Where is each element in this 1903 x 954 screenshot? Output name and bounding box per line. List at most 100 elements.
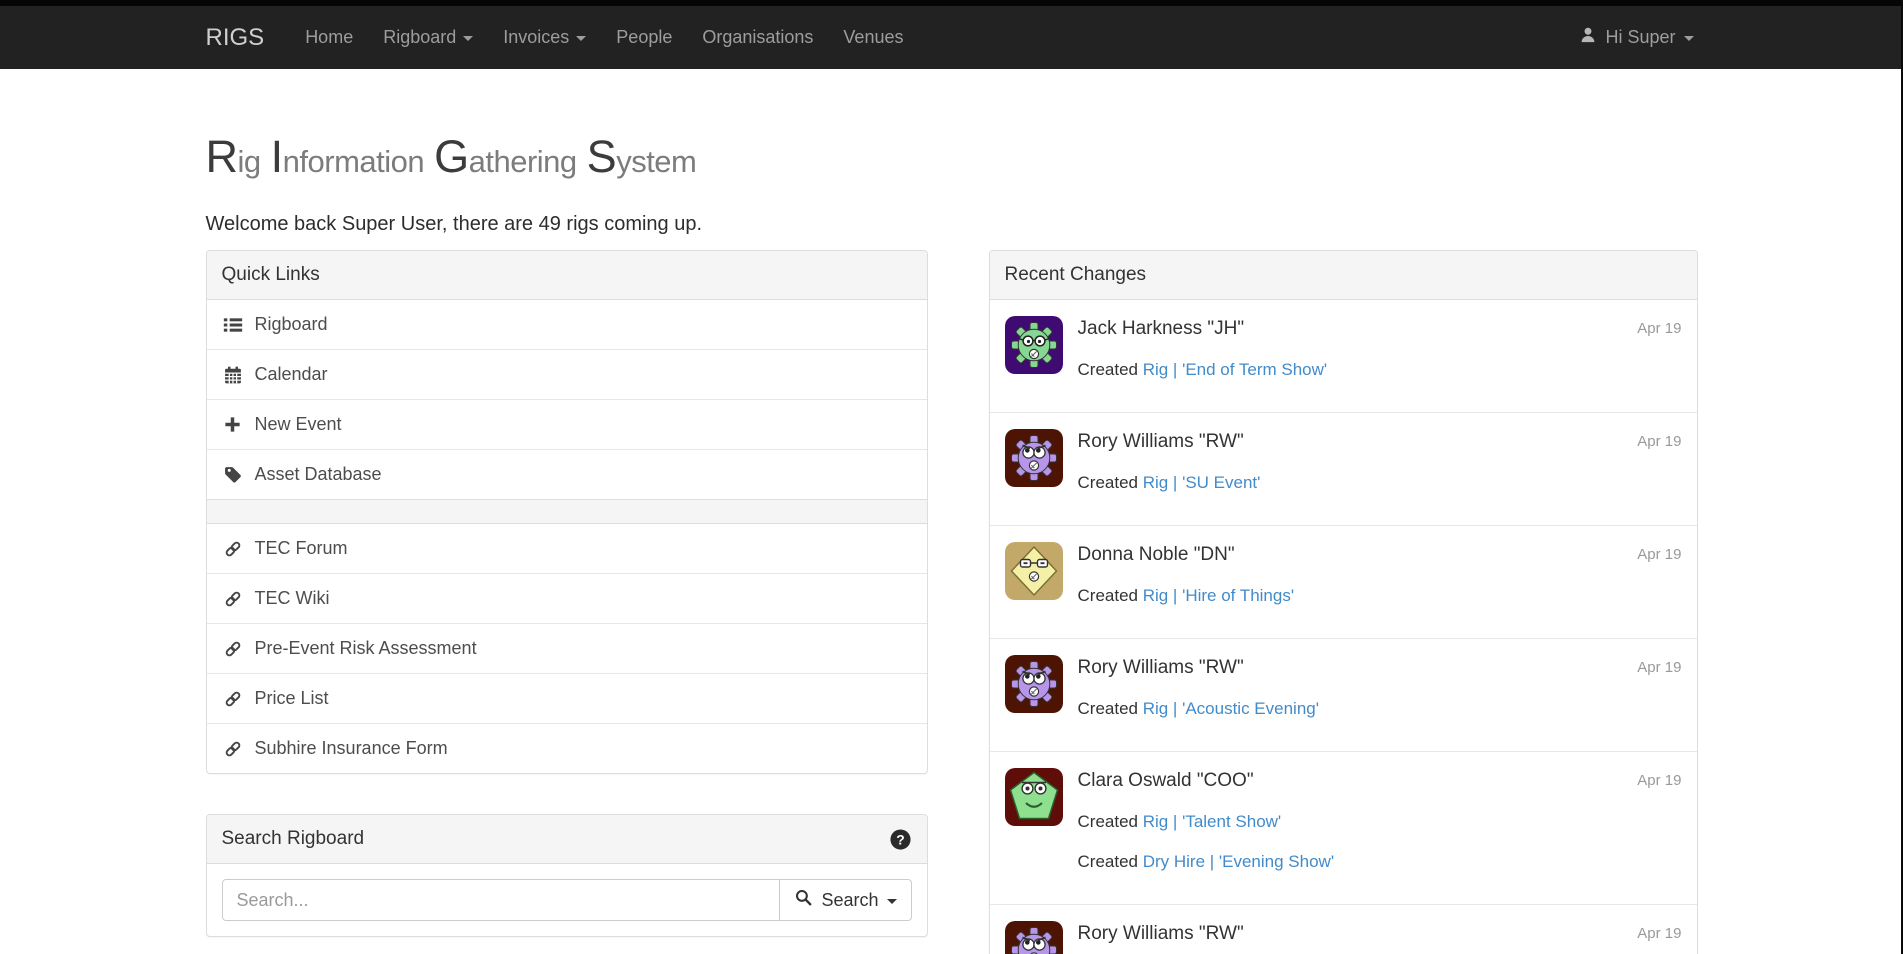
search-button[interactable]: Search: [779, 879, 911, 921]
recent-changes-title: Recent Changes: [1005, 264, 1147, 286]
list-icon: [222, 315, 244, 335]
change-action: Created Rig | 'Talent Show': [1078, 810, 1682, 834]
avatar: [1005, 921, 1063, 954]
right-column: Recent Changes Jack Harkness "JH"Apr 19C…: [989, 250, 1698, 954]
change-action: Created Rig | 'End of Term Show': [1078, 358, 1682, 382]
nav-item-home[interactable]: Home: [290, 6, 368, 69]
quick-link-label: Rigboard: [255, 314, 328, 335]
recent-changes-list: Jack Harkness "JH" Apr 19 Created Rig | 'E…: [990, 300, 1697, 954]
change-link[interactable]: Rig | 'Talent Show': [1143, 812, 1281, 831]
quick-link-rigboard[interactable]: Rigboard: [207, 300, 927, 349]
avatar: [1005, 655, 1063, 713]
quick-link-label: New Event: [255, 414, 342, 435]
quick-link-label: TEC Wiki: [255, 588, 330, 609]
quick-link-label: TEC Forum: [255, 538, 348, 559]
recent-change-content: Donna Noble "DN"Apr 19Created Rig | 'Hir…: [1078, 542, 1682, 608]
change-action: Created Rig | 'Acoustic Evening': [1078, 697, 1682, 721]
nav-item-people[interactable]: People: [601, 6, 687, 69]
change-date: Apr 19: [1637, 316, 1681, 340]
quick-link-new-event[interactable]: New Event: [207, 399, 927, 449]
change-link[interactable]: Rig | 'SU Event': [1143, 473, 1261, 492]
quick-link-label: Price List: [255, 688, 329, 709]
avatar: [1005, 316, 1063, 374]
quick-link-tec-forum[interactable]: TEC Forum: [207, 524, 927, 573]
avatar: [1005, 542, 1063, 600]
avatar: [1005, 768, 1063, 826]
page-content: Rig Information Gathering System Welcome ba…: [191, 133, 1713, 954]
page-title: Rig Information Gathering System: [206, 133, 1698, 180]
title-segment: Gathering: [434, 143, 577, 179]
chevron-down-icon: [1684, 36, 1694, 41]
quick-link-tec-wiki[interactable]: TEC Wiki: [207, 573, 927, 623]
recent-change-row: Jack Harkness "JH" Apr 19 Created Rig | 'E…: [990, 300, 1697, 412]
avatar: [1005, 429, 1063, 487]
change-link[interactable]: Rig | 'End of Term Show': [1143, 360, 1327, 379]
brand-logo[interactable]: RIGS: [206, 24, 265, 52]
user-menu[interactable]: Hi Super: [1575, 6, 1697, 69]
recent-change-content: Jack Harkness "JH" Apr 19 Created Rig | 'E…: [1078, 316, 1682, 382]
nav-item-invoices[interactable]: Invoices: [488, 6, 601, 69]
quick-links-title: Quick Links: [222, 264, 320, 286]
plus-icon: [222, 415, 244, 434]
recent-changes-panel: Recent Changes Jack Harkness "JH"Apr 19C…: [989, 250, 1698, 954]
recent-change-row: Rory Williams "RW" Apr 19 Created Rig | 'S…: [990, 412, 1697, 525]
nav-items: HomeRigboardInvoicesPeopleOrganisationsV…: [290, 6, 918, 69]
title-segment: Information: [271, 143, 424, 179]
recent-change-content: Rory Williams "RW"Apr 19Created Rig | 'A…: [1078, 655, 1682, 721]
change-link[interactable]: Rig | 'Acoustic Evening': [1143, 699, 1319, 718]
person-name: Clara Oswald "COO": [1078, 768, 1254, 794]
change-date: Apr 19: [1637, 655, 1681, 679]
nav-item-rigboard[interactable]: Rigboard: [368, 6, 488, 69]
change-link[interactable]: Dry Hire | 'Evening Show': [1143, 852, 1334, 871]
quick-link-label: Pre-Event Risk Assessment: [255, 638, 477, 659]
change-link[interactable]: Rig | 'Hire of Things': [1143, 586, 1294, 605]
quick-links-panel: Quick Links Rigboard Calendar New Event Ass…: [206, 250, 928, 774]
welcome-message: Welcome back Super User, there are 49 ri…: [206, 213, 1698, 236]
title-segment: Rig: [206, 143, 261, 179]
person-name: Rory Williams "RW": [1078, 429, 1244, 455]
nav-item-organisations[interactable]: Organisations: [687, 6, 828, 69]
change-date: Apr 19: [1637, 429, 1681, 453]
link-icon: [222, 589, 244, 609]
tag-icon: [222, 465, 244, 485]
search-icon: [794, 888, 813, 912]
quick-link-label: Asset Database: [255, 464, 382, 485]
quick-link-price-list[interactable]: Price List: [207, 673, 927, 723]
search-button-label: Search: [821, 890, 878, 911]
calendar-icon: [222, 365, 244, 385]
main-navbar: RIGS HomeRigboardInvoicesPeopleOrganisat…: [0, 6, 1903, 69]
quick-links-list: Rigboard Calendar New Event Asset Database T…: [207, 300, 927, 773]
svg-text:?: ?: [896, 831, 904, 847]
link-icon: [222, 689, 244, 709]
quick-link-label: Calendar: [255, 364, 328, 385]
person-name: Jack Harkness "JH": [1078, 316, 1245, 342]
quick-link-subhire-insurance-form[interactable]: Subhire Insurance Form: [207, 723, 927, 773]
change-action: Created Dry Hire | 'Evening Show': [1078, 850, 1682, 874]
person-name: Rory Williams "RW": [1078, 921, 1244, 947]
question-circle-icon[interactable]: ?: [889, 828, 912, 851]
search-input[interactable]: [222, 879, 781, 921]
user-menu-label: Hi Super: [1605, 27, 1675, 48]
change-date: Apr 19: [1637, 768, 1681, 792]
quick-links-header: Quick Links: [207, 251, 927, 300]
quick-link-label: Subhire Insurance Form: [255, 738, 448, 759]
quick-links-separator: [207, 499, 927, 524]
link-icon: [222, 539, 244, 559]
quick-link-pre-event-risk-assessment[interactable]: Pre-Event Risk Assessment: [207, 623, 927, 673]
recent-change-content: Rory Williams "RW" Apr 19 Created Rig | 'S…: [1078, 429, 1682, 495]
search-rigboard-panel: Search Rigboard ? Search: [206, 814, 928, 937]
recent-change-content: Rory Williams "RW"Apr 19: [1078, 921, 1682, 954]
link-icon: [222, 639, 244, 659]
recent-changes-header: Recent Changes: [990, 251, 1697, 300]
title-segment: System: [587, 143, 697, 179]
link-icon: [222, 739, 244, 759]
chevron-down-icon: [887, 899, 897, 904]
user-icon: [1579, 26, 1597, 49]
change-action: Created Rig | 'SU Event': [1078, 471, 1682, 495]
recent-change-row: Clara Oswald "COO" Apr 19 Created Rig | 'T…: [990, 751, 1697, 904]
quick-link-asset-database[interactable]: Asset Database: [207, 449, 927, 499]
search-body: Search: [207, 864, 927, 936]
quick-link-calendar[interactable]: Calendar: [207, 349, 927, 399]
chevron-down-icon: [576, 36, 586, 41]
nav-item-venues[interactable]: Venues: [828, 6, 918, 69]
